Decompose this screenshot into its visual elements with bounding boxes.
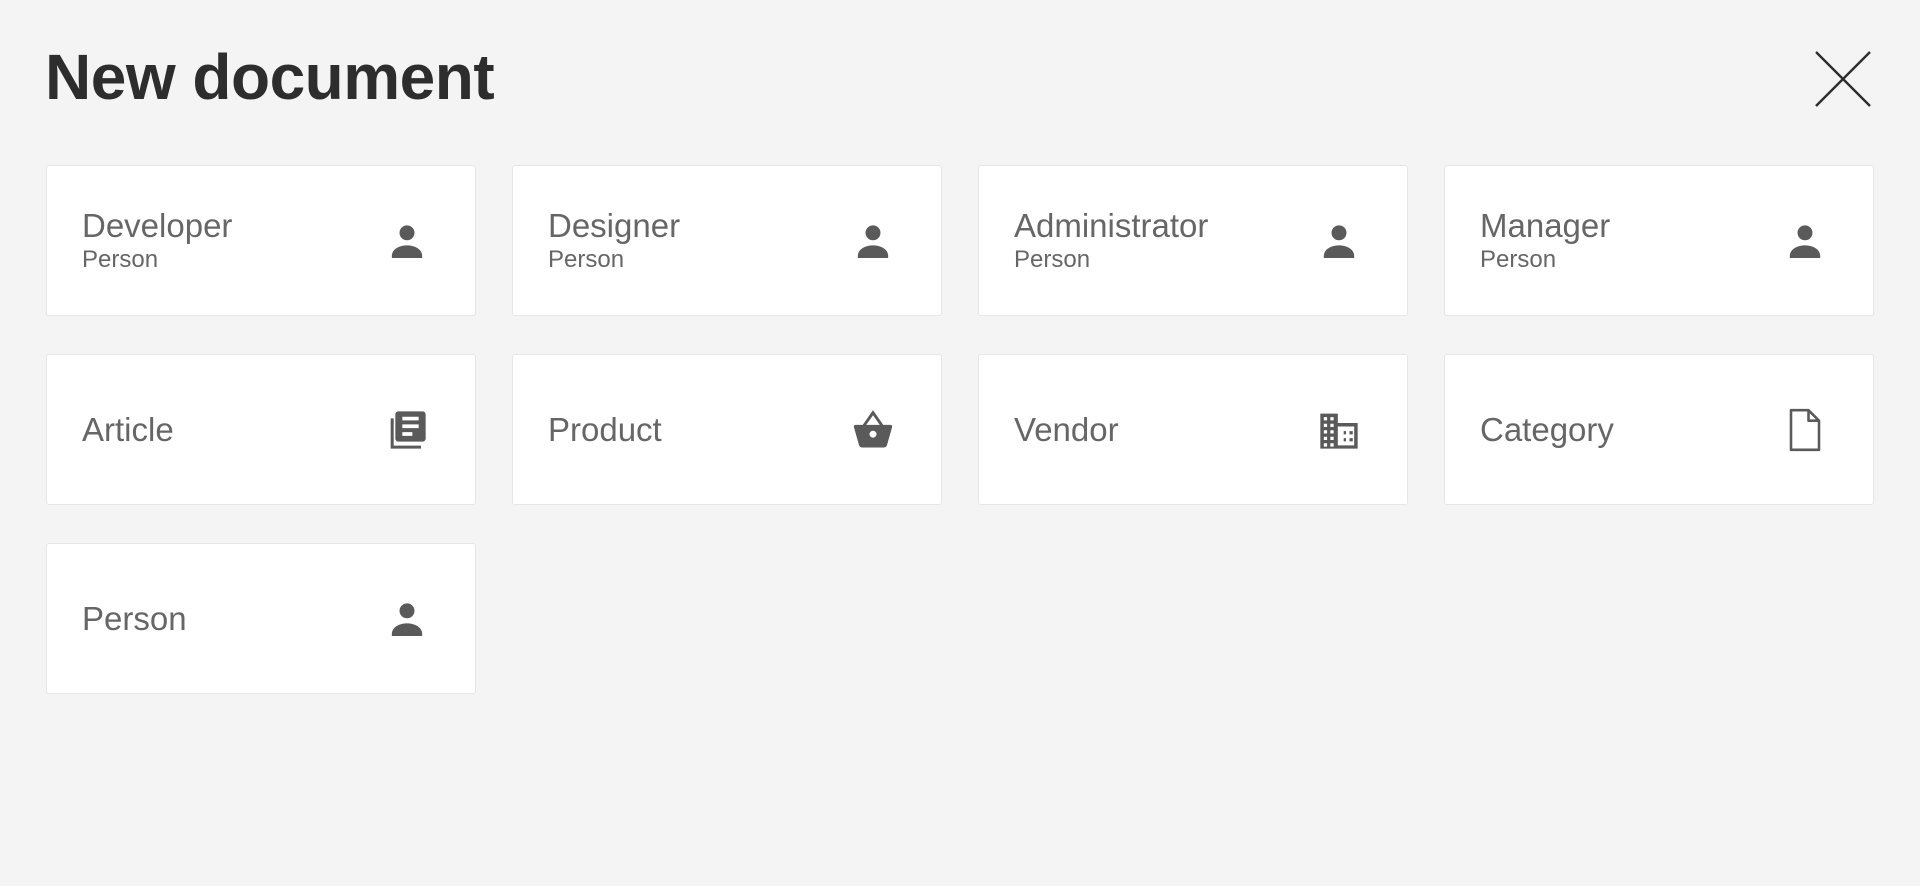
card-person[interactable]: Person <box>46 543 476 694</box>
article-icon <box>379 402 435 458</box>
basket-icon <box>845 402 901 458</box>
document-icon <box>1777 402 1833 458</box>
person-icon <box>1777 213 1833 269</box>
person-icon <box>379 213 435 269</box>
card-title: Category <box>1480 410 1614 448</box>
page-title: New document <box>45 41 495 113</box>
person-icon <box>1311 213 1367 269</box>
card-manager[interactable]: Manager Person <box>1444 165 1874 316</box>
card-title: Designer <box>548 206 681 244</box>
card-administrator[interactable]: Administrator Person <box>978 165 1408 316</box>
card-subtitle: Person <box>548 245 625 273</box>
card-subtitle: Person <box>82 245 159 273</box>
card-title: Article <box>82 410 174 448</box>
card-vendor[interactable]: Vendor <box>978 354 1408 505</box>
card-title: Administrator <box>1014 206 1209 244</box>
document-type-grid: Developer Person Designer Person Adminis… <box>46 165 1874 694</box>
card-title: Developer <box>82 206 233 244</box>
building-icon <box>1311 402 1367 458</box>
card-category[interactable]: Category <box>1444 354 1874 505</box>
close-button[interactable] <box>1808 44 1878 114</box>
card-product[interactable]: Product <box>512 354 942 505</box>
close-icon <box>1815 51 1871 107</box>
card-title: Manager <box>1480 206 1611 244</box>
card-developer[interactable]: Developer Person <box>46 165 476 316</box>
card-title: Person <box>82 599 187 637</box>
person-icon <box>845 213 901 269</box>
card-designer[interactable]: Designer Person <box>512 165 942 316</box>
card-title: Product <box>548 410 662 448</box>
person-icon <box>379 591 435 647</box>
card-subtitle: Person <box>1480 245 1557 273</box>
card-title: Vendor <box>1014 410 1119 448</box>
card-article[interactable]: Article <box>46 354 476 505</box>
card-subtitle: Person <box>1014 245 1091 273</box>
